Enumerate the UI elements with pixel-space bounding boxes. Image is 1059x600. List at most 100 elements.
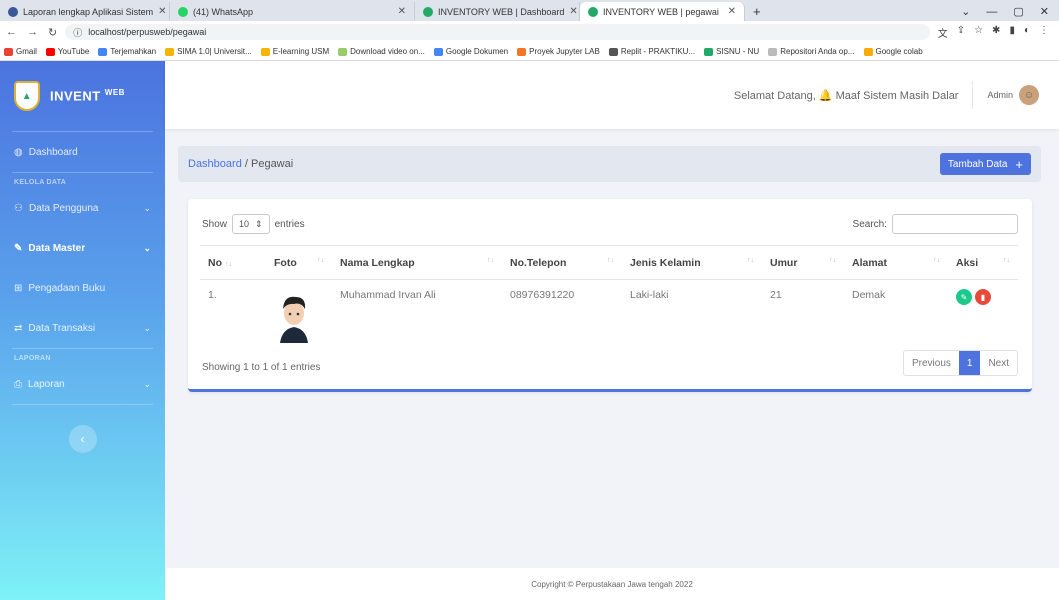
tambah-data-button[interactable]: Tambah Data + [939,153,1031,175]
bookmark-google-dokumen[interactable]: Google Dokumen [433,47,508,56]
col-no[interactable]: No ↑↓ [200,245,266,280]
bookmark-terjemahkan[interactable]: Terjemahkan [98,47,156,56]
whatsapp-icon [178,6,188,17]
logo-icon: ▲ [14,81,40,111]
avatar[interactable]: ☺ [1019,85,1039,105]
bookmark-repositori[interactable]: Repositori Anda op... [768,47,855,56]
bookmarks-bar: Gmail YouTube Terjemahkan SIMA 1.0| Univ… [0,43,1059,61]
bookmark-star-icon[interactable]: ☆ [974,25,983,40]
col-nama[interactable]: Nama Lengkap ↑↓ [332,245,502,280]
close-icon[interactable]: ✕ [158,6,166,17]
close-icon[interactable]: ✕ [728,6,736,17]
search-control: Search: [853,214,1018,234]
chevron-left-icon: ‹ [80,432,85,446]
entries-control: Show 10 ⇕ entries [202,214,305,234]
brand[interactable]: ▲ INVENT WEB [0,61,165,131]
bookmark-sisnu[interactable]: SISNU - NU [704,47,759,56]
breadcrumb: Dashboard / Pegawai Tambah Data + [178,146,1041,182]
pencil-icon: ✎ [960,292,968,302]
share-icon[interactable]: ⇪ [957,25,965,40]
bookmark-replit[interactable]: Replit - PRAKTIKU... [608,47,695,56]
col-aksi[interactable]: Aksi ↑↓ [948,245,1018,280]
globe-icon [8,6,18,17]
pegawai-table: No ↑↓ Foto ↑↓ Nama Lengkap ↑↓ No.Telepon ↑↓… [200,245,1018,346]
col-telepon[interactable]: No.Telepon ↑↓ [502,245,622,280]
bookmark-jupyter[interactable]: Proyek Jupyter LAB [517,47,600,56]
print-icon: ⎙ [14,378,22,390]
sidebar-item-data-master[interactable]: ✎ Data Master ⌄ [0,228,165,268]
col-foto[interactable]: Foto ↑↓ [266,245,332,280]
delete-button[interactable]: ▮ [975,289,991,305]
close-icon[interactable]: ✕ [398,6,406,17]
pegawai-card: Show 10 ⇕ entries Search: No ↑↓ Foto ↑↓ N… [188,199,1032,392]
maximize-icon[interactable]: ▢ [1013,5,1023,18]
users-icon: ⚇ [14,202,23,214]
sidepanel-icon[interactable]: ▮ [1009,25,1015,40]
forward-icon[interactable]: → [27,26,38,39]
trash-icon: ▮ [980,292,986,302]
bookmark-download-video[interactable]: Download video on... [338,47,425,56]
tab-search-icon[interactable]: ⌄ [961,5,970,18]
sidebar-toggle-button[interactable]: ‹ [68,425,97,453]
sidebar-item-data-pengguna[interactable]: ⚇ Data Pengguna ⌄ [0,188,165,228]
sidebar-item-laporan[interactable]: ⎙ Laporan ⌄ [0,364,165,404]
breadcrumb-dashboard-link[interactable]: Dashboard [188,158,242,170]
chevron-down-icon: ⌄ [143,202,151,213]
topbar: Selamat Datang, 🔔 Maaf Sistem Masih Dala… [165,61,1059,129]
sidebar: ▲ INVENT WEB ◍ Dashboard KELOLA DATA ⚇ D… [0,61,165,600]
col-umur[interactable]: Umur ↑↓ [762,245,844,280]
cart-icon: ⊞ [14,282,23,294]
browser-tab-whatsapp[interactable]: (41) WhatsApp ✕ [170,2,415,21]
site-icon [423,6,433,17]
edit-icon: ✎ [14,242,23,254]
menu-icon[interactable]: ⋮ [1039,25,1049,40]
browser-tab-dashboard[interactable]: INVENTORY WEB | Dashboard ✕ [415,2,580,21]
bookmark-elearning[interactable]: E-learning USM [260,47,329,56]
bookmark-youtube[interactable]: YouTube [45,47,89,56]
col-alamat[interactable]: Alamat ↑↓ [844,245,948,280]
plus-icon: + [1015,156,1023,172]
user-name[interactable]: Admin [987,90,1013,100]
section-kelola-data: KELOLA DATA [14,179,67,186]
employee-photo [280,296,308,343]
chevron-down-icon: ⌄ [143,378,151,389]
breadcrumb-current: / Pegawai [241,158,294,170]
edit-button[interactable]: ✎ [956,289,972,305]
browser-tab-pegawai[interactable]: INVENTORY WEB | pegawai ✕ [580,2,745,21]
sidebar-item-dashboard[interactable]: ◍ Dashboard [0,132,165,172]
reload-icon[interactable]: ↻ [48,26,57,39]
close-icon[interactable]: ✕ [569,6,577,17]
address-bar: ← → ↻ ⓘ localhost/perpusweb/pegawai 文 ⇪ … [0,21,1059,43]
back-icon[interactable]: ← [6,26,17,39]
table-row: 1. Muhammad Irvan Ali 08976391220 Laki-l… [200,280,1018,347]
info-icon[interactable]: ⓘ [73,26,82,39]
footer: Copyright © Perpustakaan Jawa tengah 202… [165,568,1059,600]
window-close-icon[interactable]: ✕ [1040,5,1049,18]
pagination-previous[interactable]: Previous [904,351,959,375]
section-laporan: LAPORAN [14,355,51,362]
bookmark-sima[interactable]: SIMA 1.0| Universit... [165,47,252,56]
url-input[interactable]: ⓘ localhost/perpusweb/pegawai [65,24,930,40]
sidebar-item-pengadaan-buku[interactable]: ⊞ Pengadaan Buku [0,268,165,308]
dashboard-icon: ◍ [14,146,23,158]
profile-icon[interactable]: ◐ [1024,25,1030,40]
sidebar-item-data-transaksi[interactable]: ⇄ Data Transaksi ⌄ [0,308,165,348]
new-tab-button[interactable]: + [745,2,769,21]
bookmark-colab[interactable]: Google colab [863,47,923,56]
site-icon [588,6,598,17]
extensions-icon[interactable]: ✱ [992,25,1000,40]
search-input[interactable] [892,214,1018,234]
welcome-message: Selamat Datang, 🔔 Maaf Sistem Masih Dala… [733,89,959,102]
minimize-icon[interactable]: — [986,6,997,18]
bookmark-gmail[interactable]: Gmail [4,47,37,56]
translate-icon[interactable]: 文 [938,25,948,40]
browser-tab-laporan[interactable]: Laporan lengkap Aplikasi Sistem ✕ [0,2,170,21]
table-info: Showing 1 to 1 of 1 entries [202,362,321,373]
pagination-page-1[interactable]: 1 [958,351,981,375]
browser-tabbar: Laporan lengkap Aplikasi Sistem ✕ (41) Wh… [0,0,1059,21]
pagination-next[interactable]: Next [980,351,1017,375]
chevron-down-icon: ⌄ [143,242,151,253]
col-jenis-kelamin[interactable]: Jenis Kelamin ↑↓ [622,245,762,280]
entries-select[interactable]: 10 ⇕ [232,214,270,234]
chevron-down-icon: ⌄ [143,322,151,333]
